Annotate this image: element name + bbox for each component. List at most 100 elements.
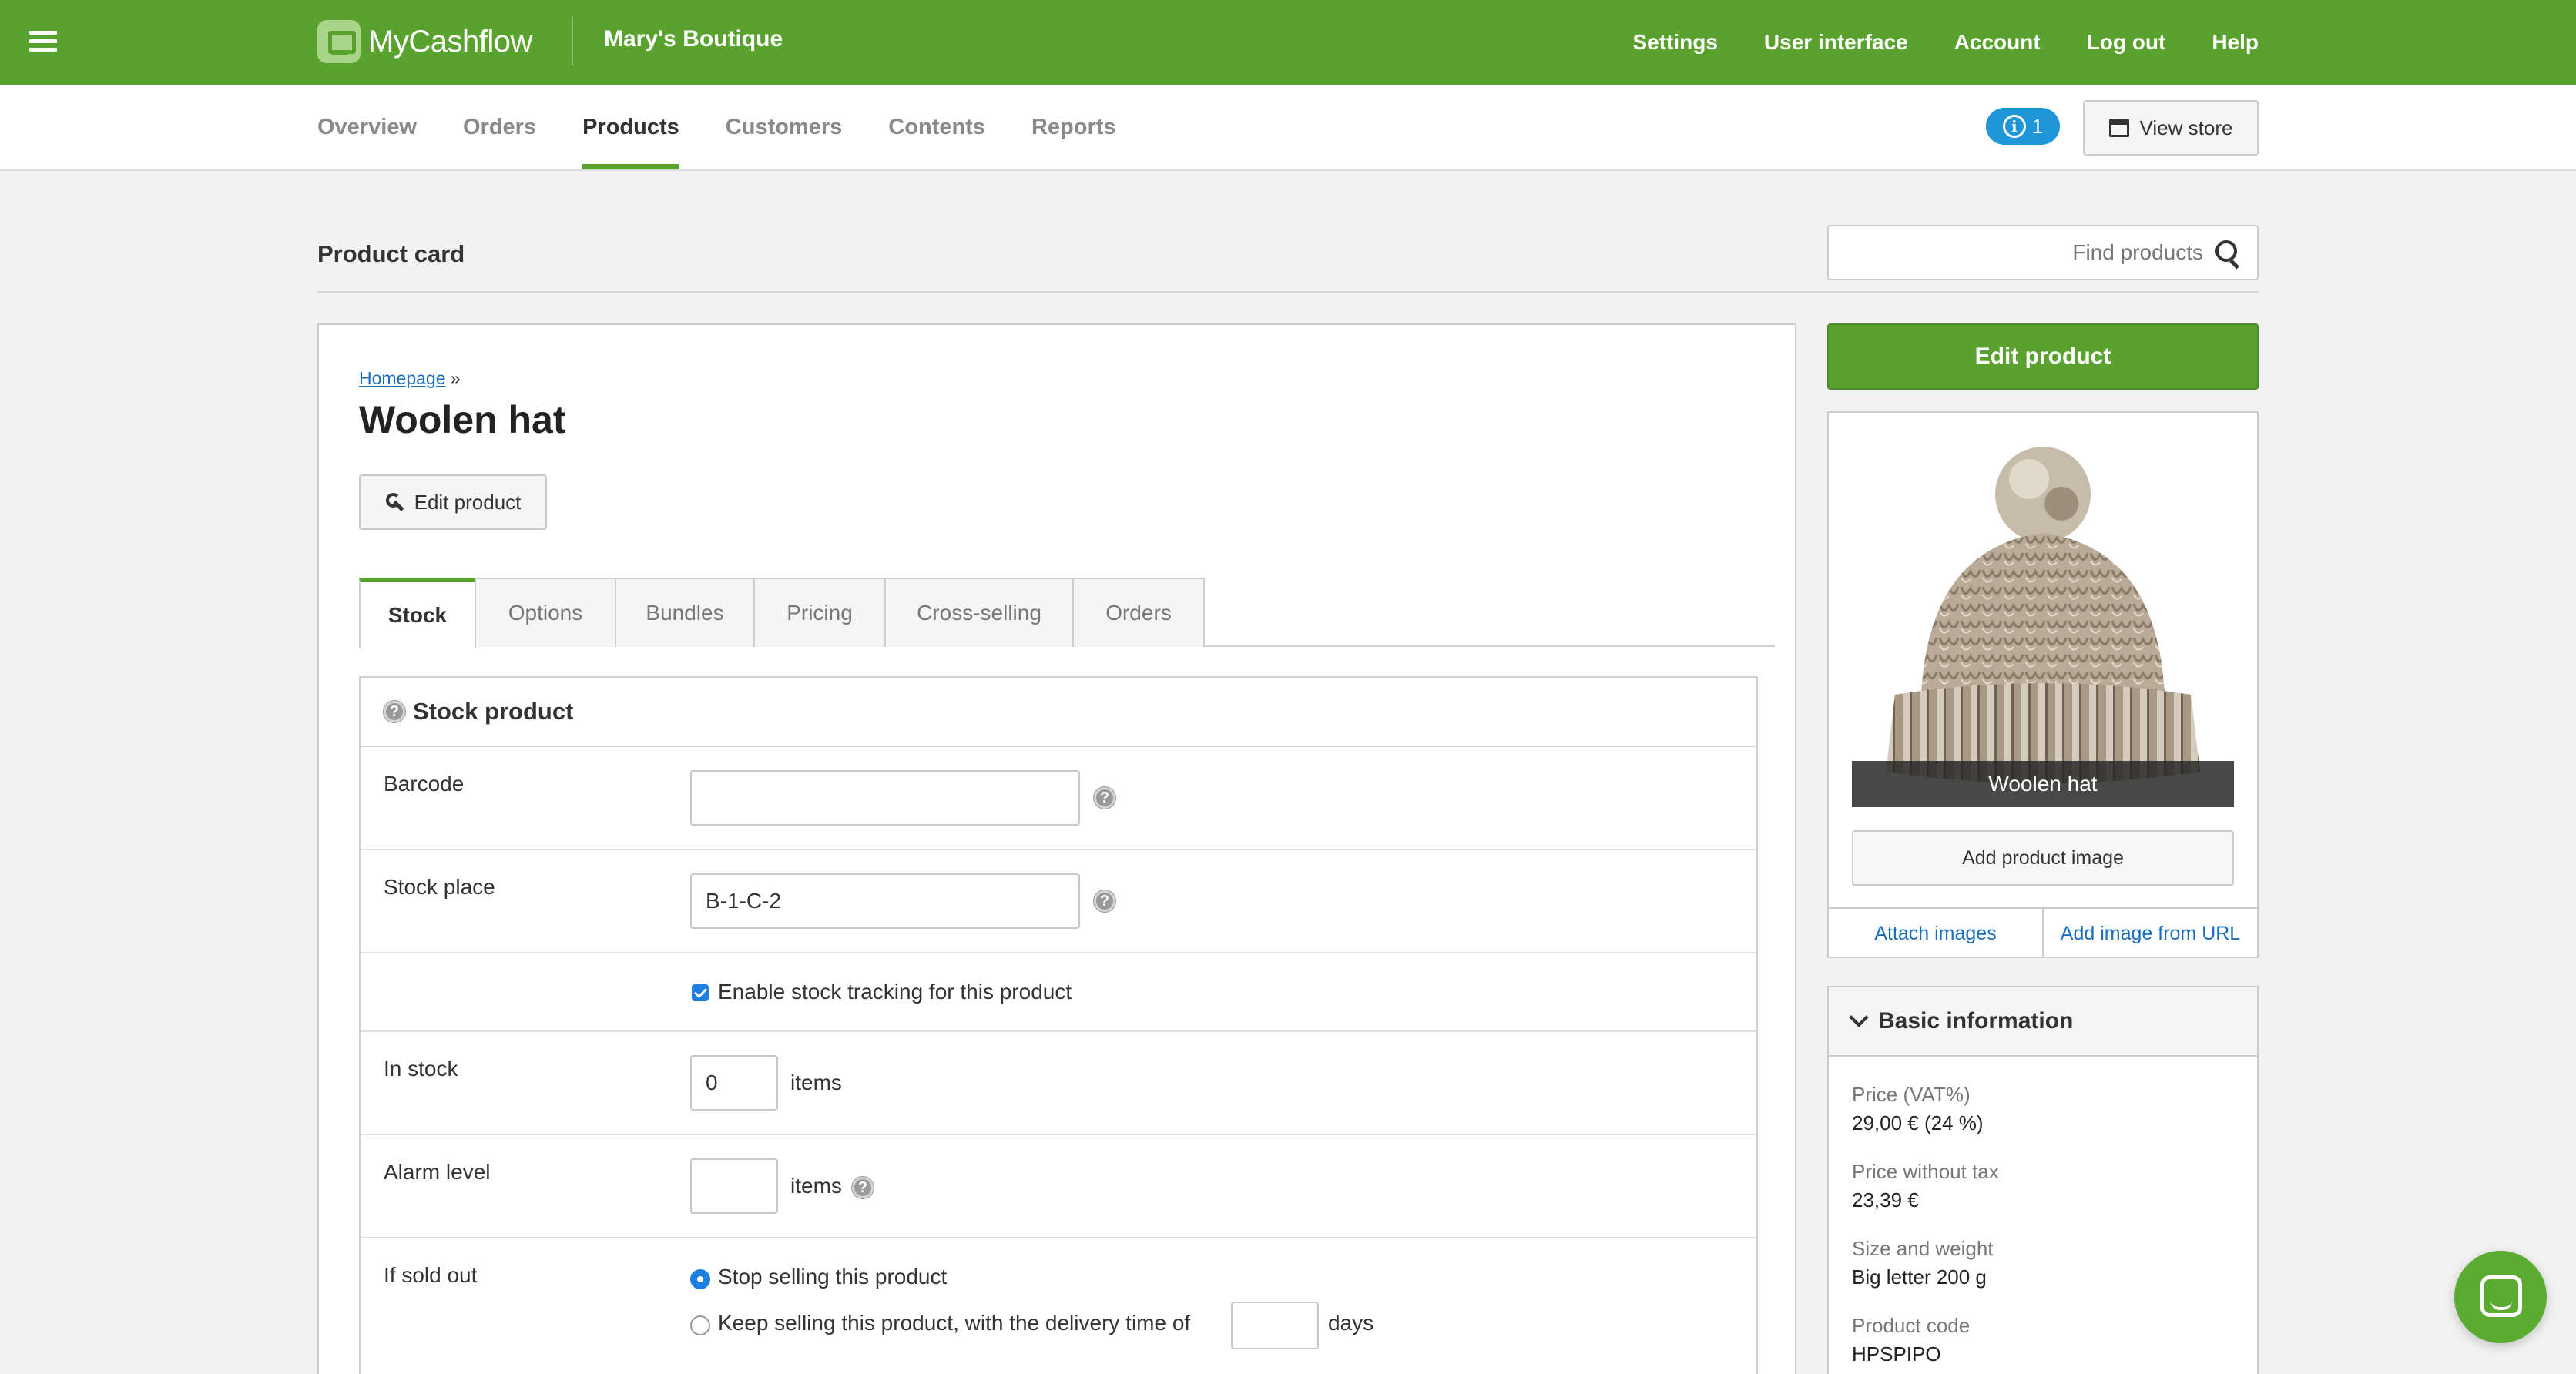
stock-place-help-icon[interactable]: ? bbox=[1094, 890, 1115, 912]
alarm-level-input[interactable] bbox=[690, 1158, 778, 1214]
info-value: Big letter 200 g bbox=[1852, 1265, 1987, 1289]
edit-product-button[interactable]: Edit product bbox=[359, 474, 547, 530]
sold-out-label: If sold out bbox=[384, 1263, 478, 1287]
info-label: Product code bbox=[1852, 1314, 1971, 1337]
info-value: 29,00 € (24 %) bbox=[1852, 1111, 1984, 1134]
brand-name: MyCashflow bbox=[368, 24, 532, 59]
tab-bundles[interactable]: Bundles bbox=[615, 578, 755, 647]
stock-place-input[interactable] bbox=[690, 873, 1080, 929]
breadcrumb: Homepage » bbox=[359, 368, 461, 389]
add-product-image-button[interactable]: Add product image bbox=[1852, 830, 2234, 886]
delivery-days-unit: days bbox=[1328, 1311, 1374, 1335]
page-title: Product card bbox=[317, 240, 465, 267]
alarm-level-label: Alarm level bbox=[384, 1160, 491, 1184]
product-search bbox=[1827, 225, 2259, 280]
nav-settings[interactable]: Settings bbox=[1632, 30, 1717, 55]
info-size-weight: Size and weight Big letter 200 g bbox=[1852, 1237, 1994, 1289]
stock-tracking-label: Enable stock tracking for this product bbox=[718, 980, 1072, 1004]
wrench-icon bbox=[385, 492, 405, 512]
tab-contents[interactable]: Contents bbox=[888, 85, 985, 169]
top-bar: MyCashflow Mary's Boutique Settings User… bbox=[0, 0, 2576, 85]
stock-place-row: Stock place ? bbox=[361, 850, 1756, 953]
product-tabs: Stock Options Bundles Pricing Cross-sell… bbox=[359, 576, 1775, 648]
tab-customers[interactable]: Customers bbox=[726, 85, 843, 169]
barcode-label: Barcode bbox=[384, 772, 465, 796]
tab-stock[interactable]: Stock bbox=[359, 578, 476, 648]
in-stock-label: In stock bbox=[384, 1057, 458, 1081]
help-icon[interactable]: ? bbox=[384, 701, 405, 722]
chevron-down-icon bbox=[1849, 1007, 1869, 1027]
tab-options[interactable]: Options bbox=[475, 578, 616, 647]
keep-selling-label: Keep selling this product, with the deli… bbox=[718, 1311, 1191, 1335]
in-stock-row: In stock items bbox=[361, 1032, 1756, 1135]
barcode-input[interactable] bbox=[690, 770, 1080, 826]
title-divider bbox=[317, 291, 2259, 293]
notification-count: 1 bbox=[2031, 114, 2044, 138]
stock-panel: ? Stock product Barcode ? Stock place ? … bbox=[359, 676, 1758, 1374]
info-value: 23,39 € bbox=[1852, 1188, 1919, 1211]
breadcrumb-separator: » bbox=[450, 368, 461, 388]
sold-out-row: If sold out Stop selling this product Ke… bbox=[361, 1238, 1756, 1374]
stop-selling-label: Stop selling this product bbox=[718, 1265, 948, 1289]
topbar-divider bbox=[572, 17, 573, 66]
breadcrumb-homepage[interactable]: Homepage bbox=[359, 368, 446, 388]
info-label: Price (VAT%) bbox=[1852, 1083, 1971, 1106]
info-price-vat: Price (VAT%) 29,00 € (24 %) bbox=[1852, 1083, 1984, 1135]
tab-pricing[interactable]: Pricing bbox=[753, 578, 886, 647]
brand-logo[interactable]: MyCashflow bbox=[317, 20, 532, 63]
basic-information-toggle[interactable]: Basic information bbox=[1829, 987, 2257, 1057]
alarm-help-icon[interactable]: ? bbox=[852, 1177, 874, 1198]
alarm-row: Alarm level items ? bbox=[361, 1135, 1756, 1238]
main-nav: Overview Orders Products Customers Conte… bbox=[0, 85, 2576, 171]
basic-information-heading: Basic information bbox=[1878, 1008, 2074, 1034]
nav-help[interactable]: Help bbox=[2212, 30, 2259, 55]
view-store-label: View store bbox=[2139, 116, 2233, 139]
stop-selling-radio[interactable] bbox=[690, 1269, 710, 1289]
delivery-days-input[interactable] bbox=[1231, 1302, 1319, 1349]
search-input[interactable] bbox=[1841, 226, 2203, 279]
tab-cross-selling[interactable]: Cross-selling bbox=[884, 578, 1074, 647]
product-title: Woolen hat bbox=[359, 398, 566, 441]
stock-heading-label: Stock product bbox=[413, 698, 574, 725]
top-nav: Settings User interface Account Log out … bbox=[1632, 0, 2259, 85]
nav-log-out[interactable]: Log out bbox=[2087, 30, 2166, 55]
store-icon bbox=[2108, 119, 2129, 137]
attach-images-link[interactable]: Attach images bbox=[1829, 909, 2044, 958]
basic-information-panel: Basic information Price (VAT%) 29,00 € (… bbox=[1827, 986, 2259, 1374]
image-caption: Woolen hat bbox=[1852, 761, 2234, 807]
pompom bbox=[1995, 447, 2091, 542]
chat-button[interactable] bbox=[2454, 1251, 2547, 1343]
menu-icon[interactable] bbox=[29, 31, 57, 52]
tab-products[interactable]: Products bbox=[582, 85, 679, 169]
cart-logo-icon bbox=[317, 20, 361, 63]
info-price-no-tax: Price without tax 23,39 € bbox=[1852, 1160, 1999, 1212]
view-store-button[interactable]: View store bbox=[2083, 100, 2259, 156]
nav-user-interface[interactable]: User interface bbox=[1764, 30, 1908, 55]
stock-place-label: Stock place bbox=[384, 875, 495, 899]
product-card: Homepage » Woolen hat Edit product Stock… bbox=[317, 323, 1796, 1374]
add-image-url-link[interactable]: Add image from URL bbox=[2044, 909, 2257, 958]
edit-product-label: Edit product bbox=[414, 490, 522, 514]
notification-badge[interactable]: i 1 bbox=[1986, 108, 2060, 145]
tab-orders[interactable]: Orders bbox=[463, 85, 536, 169]
alarm-level-unit: items bbox=[790, 1174, 842, 1198]
image-links: Attach images Add image from URL bbox=[1829, 907, 2257, 958]
tracking-row: Enable stock tracking for this product bbox=[361, 953, 1756, 1032]
tab-reports[interactable]: Reports bbox=[1031, 85, 1116, 169]
info-label: Size and weight bbox=[1852, 1237, 1994, 1260]
stock-tracking-checkbox[interactable] bbox=[692, 984, 709, 1001]
search-icon[interactable] bbox=[2215, 240, 2242, 266]
info-icon: i bbox=[2002, 115, 2026, 138]
edit-product-primary-button[interactable]: Edit product bbox=[1827, 323, 2259, 390]
info-product-code: Product code HPSPIPO bbox=[1852, 1314, 1970, 1366]
tab-overview[interactable]: Overview bbox=[317, 85, 417, 169]
product-image-panel: Woolen hat Add product image Attach imag… bbox=[1827, 411, 2259, 958]
barcode-row: Barcode ? bbox=[361, 747, 1756, 850]
tab-orders-product[interactable]: Orders bbox=[1072, 578, 1205, 647]
in-stock-input[interactable] bbox=[690, 1055, 778, 1111]
barcode-help-icon[interactable]: ? bbox=[1094, 787, 1115, 809]
keep-selling-radio[interactable] bbox=[690, 1315, 710, 1335]
nav-account[interactable]: Account bbox=[1954, 30, 2041, 55]
store-name[interactable]: Mary's Boutique bbox=[604, 26, 783, 52]
chat-icon bbox=[2480, 1275, 2522, 1317]
